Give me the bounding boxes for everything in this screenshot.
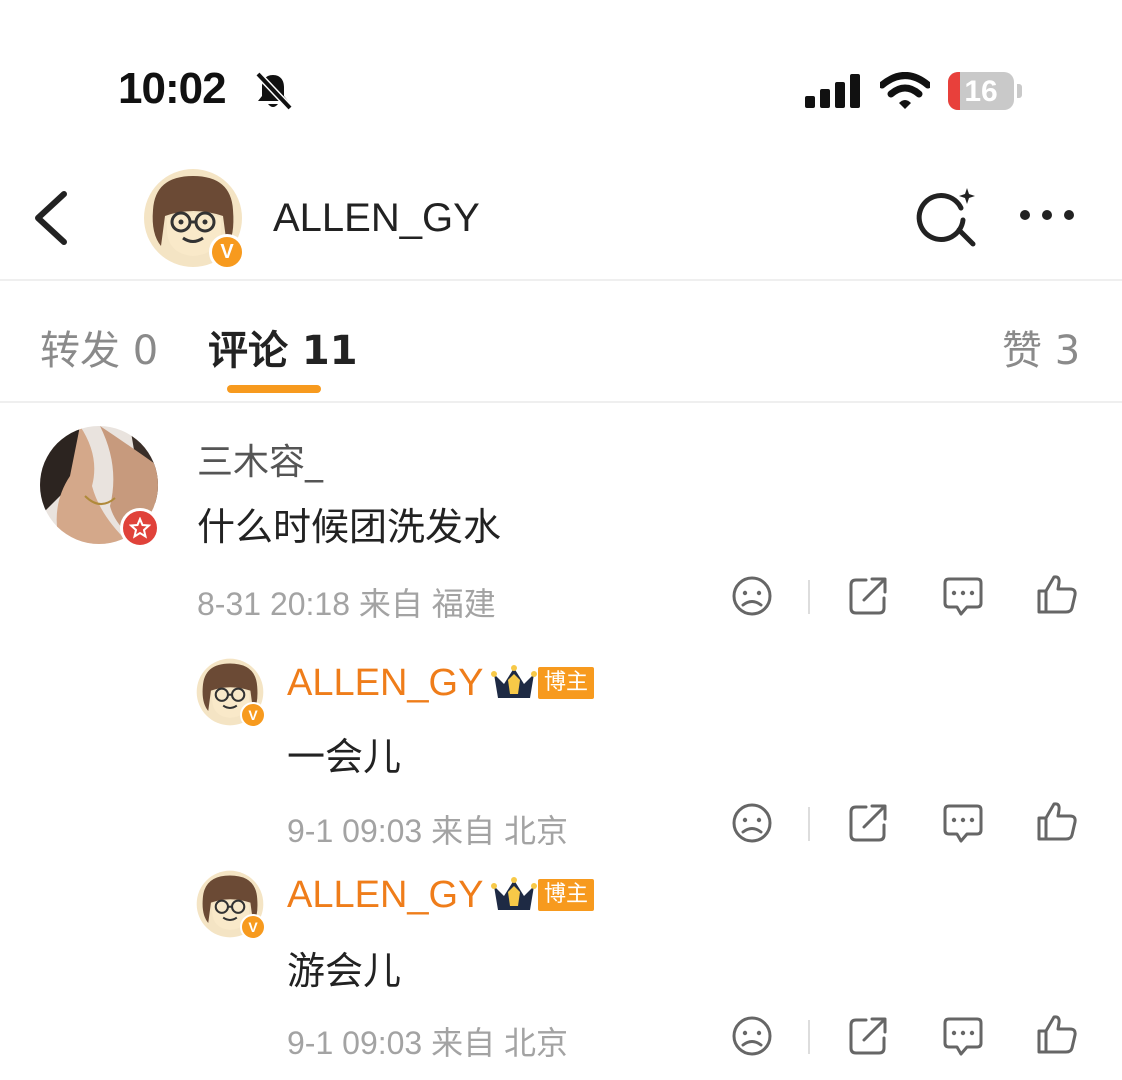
- dislike-icon[interactable]: [730, 1014, 774, 1062]
- comment-icon[interactable]: [941, 801, 985, 849]
- member-badge-icon: [120, 508, 160, 548]
- reply-avatar[interactable]: V: [196, 658, 266, 728]
- blogger-badge: 博主: [490, 876, 595, 914]
- blogger-label: 博主: [538, 667, 595, 699]
- more-menu-icon[interactable]: [1020, 210, 1074, 220]
- reply-text: 一会儿: [287, 735, 402, 779]
- battery-indicator: 16: [948, 72, 1014, 110]
- reply-username[interactable]: ALLEN_GY: [287, 874, 483, 917]
- action-separator: [808, 580, 810, 614]
- blogger-label: 博主: [538, 879, 595, 911]
- header-username[interactable]: ALLEN_GY: [273, 196, 480, 241]
- crown-icon: [491, 877, 537, 910]
- back-button[interactable]: [28, 188, 78, 248]
- reply-username[interactable]: ALLEN_GY: [287, 662, 483, 705]
- verified-badge: V: [240, 702, 266, 728]
- bell-muted-icon: [252, 70, 294, 116]
- header-divider: [0, 279, 1122, 281]
- action-separator: [808, 807, 810, 841]
- dislike-icon[interactable]: [730, 574, 774, 622]
- search-icon[interactable]: [915, 186, 979, 254]
- comment-text: 什么时候团洗发水: [197, 505, 502, 549]
- cellular-signal-icon: [805, 74, 861, 112]
- share-icon[interactable]: [846, 574, 890, 622]
- share-icon[interactable]: [846, 1014, 890, 1062]
- reply-text: 游会儿: [287, 949, 402, 993]
- like-icon[interactable]: [1035, 1012, 1079, 1060]
- tab-comments[interactable]: 评论 11: [208, 318, 358, 376]
- verified-badge: V: [209, 234, 245, 270]
- reply-meta: 9-1 09:03 来自 北京: [287, 813, 569, 849]
- comment-icon[interactable]: [941, 1014, 985, 1062]
- comment-meta: 8-31 20:18 来自 福建: [197, 586, 496, 622]
- active-tab-indicator: [227, 385, 321, 393]
- share-icon[interactable]: [846, 801, 890, 849]
- tabs-divider: [0, 401, 1122, 403]
- status-time: 10:02: [118, 64, 227, 113]
- battery-level: 16: [964, 75, 998, 108]
- like-icon[interactable]: [1035, 799, 1079, 847]
- like-icon[interactable]: [1035, 572, 1079, 620]
- comment-icon[interactable]: [941, 574, 985, 622]
- battery-tip: [1017, 84, 1022, 98]
- verified-badge: V: [240, 914, 266, 940]
- wifi-icon: [878, 72, 932, 114]
- dislike-icon[interactable]: [730, 801, 774, 849]
- reply-avatar[interactable]: V: [196, 870, 266, 940]
- action-separator: [808, 1020, 810, 1054]
- tab-reposts[interactable]: 转发 0: [40, 318, 158, 376]
- tab-likes[interactable]: 赞 3: [1002, 318, 1080, 376]
- profile-avatar[interactable]: V: [143, 168, 245, 270]
- reply-meta: 9-1 09:03 来自 北京: [287, 1025, 569, 1061]
- blogger-badge: 博主: [490, 664, 595, 702]
- commenter-name[interactable]: 三木容_: [197, 433, 323, 485]
- crown-icon: [491, 665, 537, 698]
